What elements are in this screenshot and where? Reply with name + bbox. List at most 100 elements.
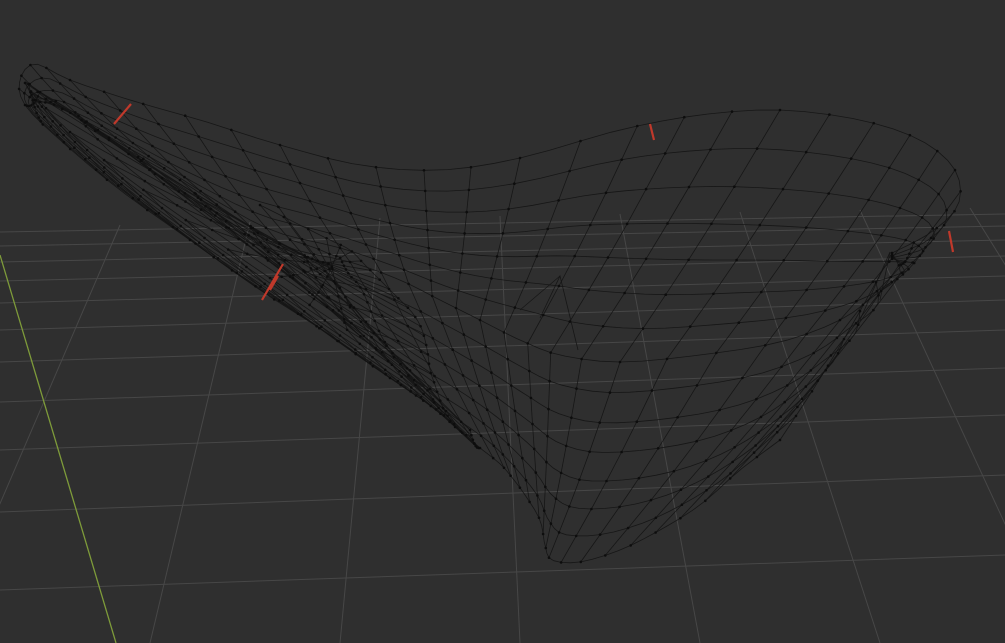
mesh-vertex[interactable] — [259, 241, 263, 244]
mesh-vertex[interactable] — [384, 203, 387, 207]
mesh-vertex[interactable] — [400, 375, 403, 378]
mesh-vertex[interactable] — [105, 178, 109, 182]
mesh-vertex[interactable] — [656, 447, 660, 450]
mesh-vertex[interactable] — [385, 344, 388, 347]
mesh-vertex[interactable] — [243, 232, 246, 236]
mesh-vertex[interactable] — [334, 175, 337, 179]
mesh-vertex[interactable] — [683, 115, 686, 119]
mesh-vertex[interactable] — [410, 386, 413, 389]
mesh-vertex[interactable] — [526, 342, 529, 345]
mesh-vertices[interactable] — [17, 63, 962, 564]
mesh-vertex[interactable] — [502, 466, 506, 470]
mesh-vertex[interactable] — [485, 408, 489, 412]
mesh-vertex[interactable] — [446, 398, 450, 401]
mesh-vertex[interactable] — [224, 175, 227, 178]
mesh-vertex[interactable] — [430, 294, 434, 298]
mesh-vertex[interactable] — [388, 376, 392, 380]
mesh-vertex[interactable] — [263, 282, 267, 286]
mesh-vertex[interactable] — [775, 430, 779, 434]
mesh-vertex[interactable] — [490, 277, 493, 280]
mesh-vertex[interactable] — [118, 109, 122, 112]
mesh-vertex[interactable] — [419, 350, 423, 354]
mesh-vertex[interactable] — [266, 259, 270, 262]
mesh-object[interactable] — [17, 63, 962, 564]
mesh-vertex[interactable] — [137, 198, 140, 201]
mesh-vertex[interactable] — [303, 271, 307, 274]
mesh-vertex[interactable] — [812, 351, 815, 355]
mesh-vertex[interactable] — [729, 472, 732, 475]
mesh-vertex[interactable] — [580, 357, 583, 361]
mesh-vertex[interactable] — [354, 280, 358, 284]
mesh-vertex[interactable] — [414, 315, 417, 319]
mesh-vertex[interactable] — [369, 310, 373, 313]
mesh-vertex[interactable] — [424, 343, 428, 347]
mesh-vertex[interactable] — [605, 479, 608, 483]
mesh-vertex[interactable] — [102, 90, 106, 94]
mesh-vertex[interactable] — [272, 298, 276, 301]
mesh-vertex[interactable] — [423, 189, 427, 193]
mesh-vertex[interactable] — [224, 219, 228, 223]
mesh-vertex[interactable] — [432, 401, 436, 404]
mesh-vertex[interactable] — [399, 362, 402, 366]
mesh-vertex[interactable] — [463, 232, 466, 235]
mesh-vertex[interactable] — [107, 136, 111, 139]
uv-seam-edge[interactable] — [648, 123, 656, 141]
mesh-vertex[interactable] — [199, 198, 203, 201]
mesh-vertex[interactable] — [429, 371, 433, 375]
mesh-vertex[interactable] — [848, 339, 851, 343]
mesh-vertex[interactable] — [253, 232, 256, 235]
mesh-vertex[interactable] — [911, 261, 914, 264]
mesh-vertex[interactable] — [288, 238, 292, 241]
mesh-vertex[interactable] — [397, 297, 400, 300]
mesh-vertex[interactable] — [849, 157, 853, 160]
mesh-vertex[interactable] — [478, 384, 481, 388]
mesh-vertex[interactable] — [842, 337, 846, 341]
mesh-vertex[interactable] — [341, 194, 345, 197]
mesh-vertex[interactable] — [323, 319, 327, 322]
mesh-vertex[interactable] — [371, 365, 375, 368]
mesh-vertex[interactable] — [737, 321, 741, 325]
mesh-vertex[interactable] — [184, 218, 188, 222]
mesh-vertex[interactable] — [30, 104, 33, 107]
mesh-vertex[interactable] — [544, 546, 548, 550]
mesh-vertex[interactable] — [44, 106, 48, 110]
mesh-vertex[interactable] — [513, 306, 517, 309]
mesh-vertex[interactable] — [183, 175, 186, 179]
mesh-vertex[interactable] — [73, 146, 76, 149]
mesh-vertex[interactable] — [564, 444, 568, 448]
mesh-edges[interactable] — [18, 63, 962, 564]
mesh-vertex[interactable] — [84, 95, 87, 99]
mesh-vertex[interactable] — [383, 368, 387, 372]
mesh-vertex[interactable] — [390, 363, 394, 367]
mesh-vertex[interactable] — [23, 91, 26, 95]
mesh-vertex[interactable] — [285, 293, 289, 297]
mesh-vertex[interactable] — [441, 321, 444, 325]
mesh-vertex[interactable] — [153, 172, 157, 176]
mesh-vertex[interactable] — [36, 105, 40, 108]
mesh-vertex[interactable] — [216, 257, 220, 260]
mesh-vertex[interactable] — [888, 166, 891, 170]
mesh-vertex[interactable] — [589, 223, 592, 227]
mesh-vertex[interactable] — [128, 147, 131, 150]
mesh-vertex[interactable] — [249, 224, 252, 228]
mesh-vertex[interactable] — [804, 226, 808, 229]
mesh-vertex[interactable] — [379, 271, 383, 274]
mesh-vertex[interactable] — [32, 102, 35, 105]
mesh-vertex[interactable] — [549, 351, 552, 354]
mesh-vertex[interactable] — [910, 247, 913, 250]
mesh-vertex[interactable] — [251, 226, 255, 230]
mesh-vertex[interactable] — [369, 361, 372, 364]
mesh-vertex[interactable] — [288, 163, 292, 166]
mesh-vertex[interactable] — [304, 281, 307, 285]
mesh-vertex[interactable] — [36, 95, 40, 98]
mesh-vertex[interactable] — [375, 348, 378, 351]
mesh-vertex[interactable] — [210, 155, 214, 159]
mesh-vertex[interactable] — [308, 291, 311, 294]
mesh-vertex[interactable] — [906, 256, 909, 260]
mesh-vertex[interactable] — [277, 245, 280, 249]
mesh-vertex[interactable] — [549, 522, 553, 525]
mesh-vertex[interactable] — [842, 285, 846, 288]
mesh-vertex[interactable] — [598, 421, 601, 424]
mesh-vertex[interactable] — [384, 373, 387, 376]
mesh-vertex[interactable] — [337, 309, 341, 312]
